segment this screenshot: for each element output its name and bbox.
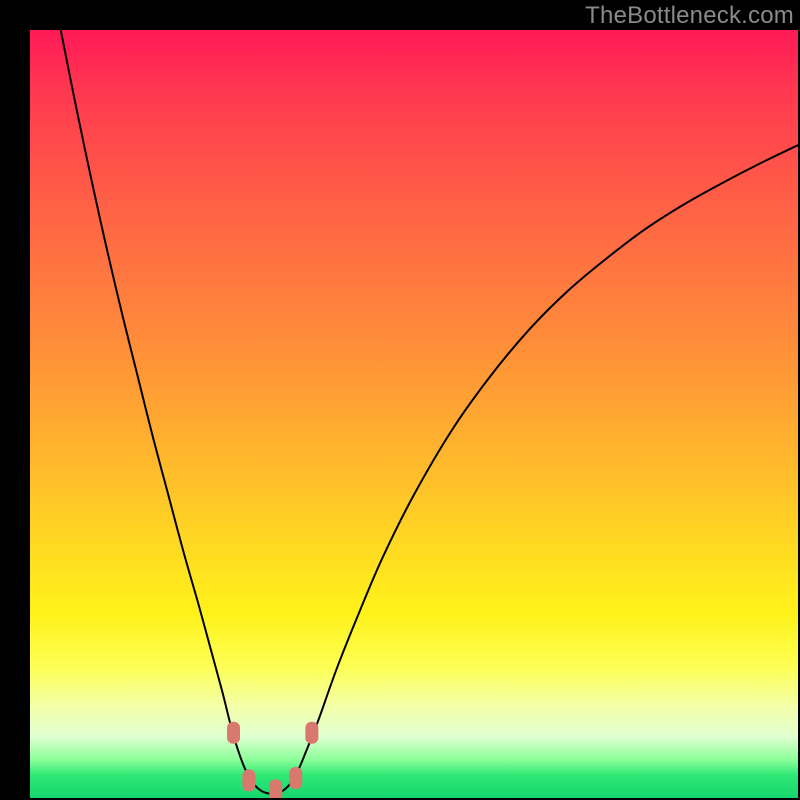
- curve-marker: [227, 722, 240, 744]
- chart-frame: TheBottleneck.com: [0, 0, 800, 800]
- curve-marker: [305, 722, 318, 744]
- plot-svg: [30, 30, 798, 798]
- bottleneck-curve: [61, 30, 798, 794]
- curve-marker: [269, 779, 282, 798]
- curve-marker: [242, 769, 255, 791]
- plot-area: [30, 30, 798, 798]
- watermark-text: TheBottleneck.com: [585, 2, 794, 30]
- curve-marker: [289, 767, 302, 789]
